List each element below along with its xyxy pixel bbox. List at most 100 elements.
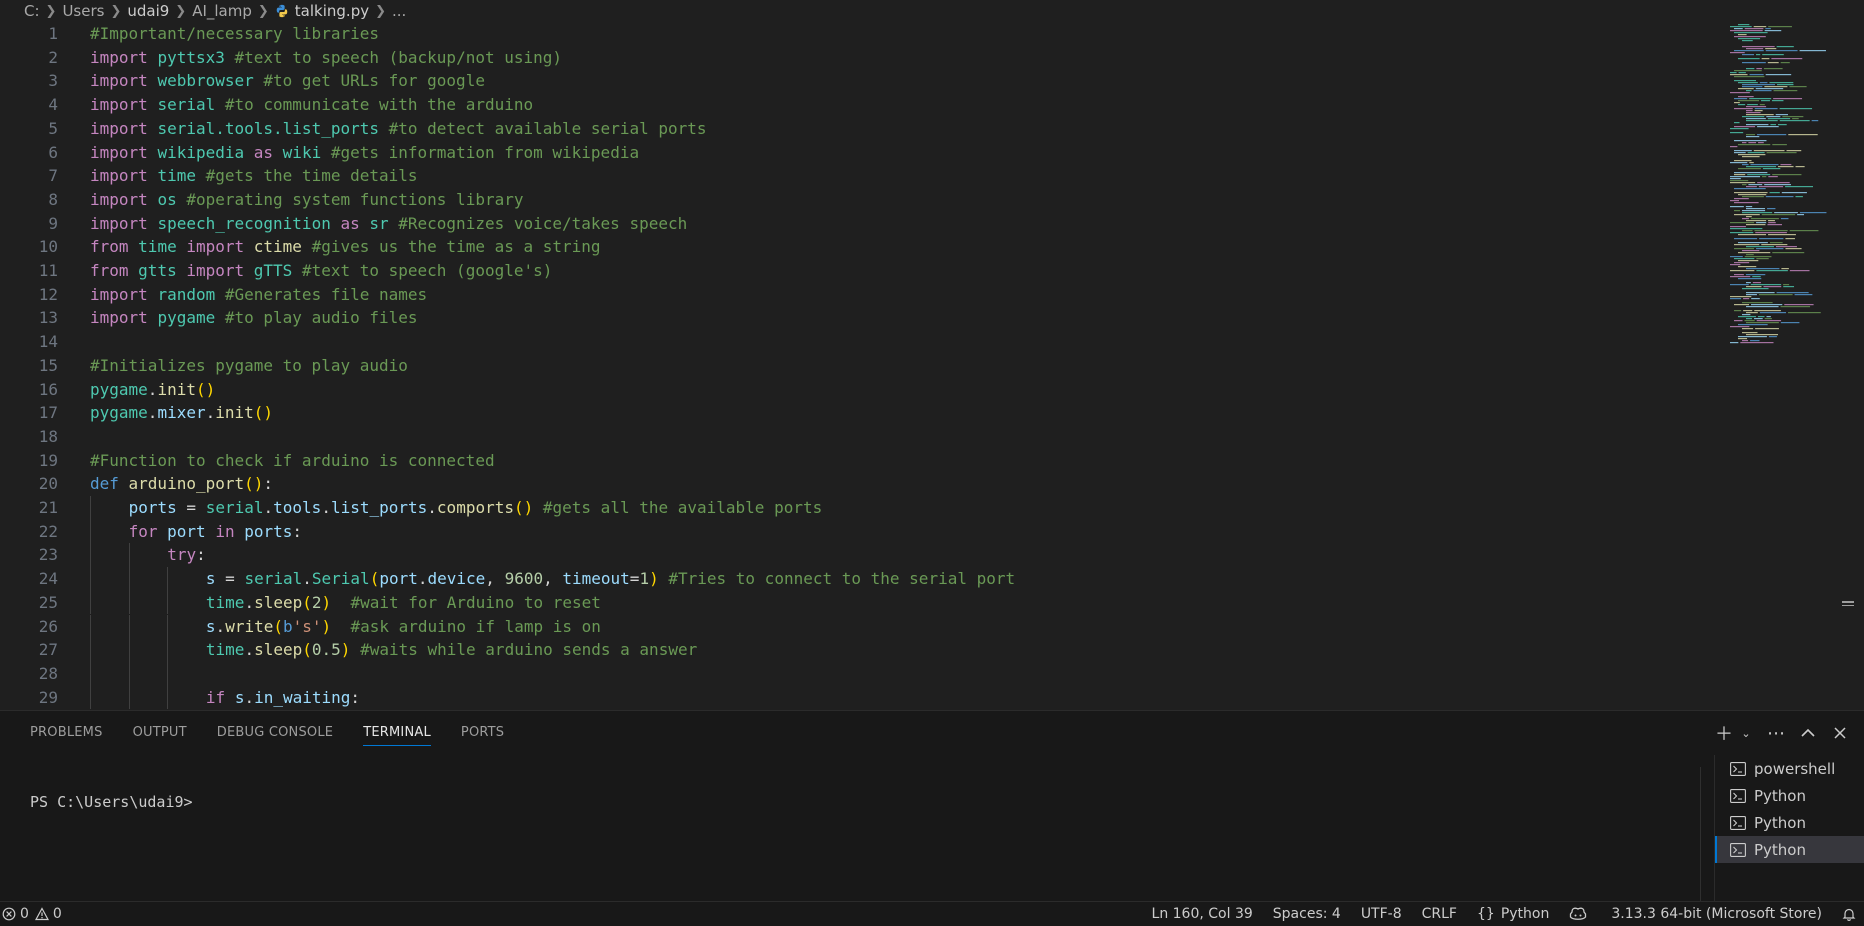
tab-problems[interactable]: PROBLEMS [30, 711, 103, 755]
minimap-line [1792, 118, 1799, 120]
terminal-item-python[interactable]: Python [1715, 836, 1864, 863]
minimap-line [1770, 124, 1777, 126]
code-line[interactable]: 9 import speech_recognition as sr #Recogn… [0, 212, 1720, 236]
breadcrumb-item-file[interactable]: talking.py [295, 2, 369, 20]
minimap-line [1742, 302, 1773, 304]
breadcrumb-item-drive[interactable]: C: [24, 2, 40, 20]
line-number: 26 [38, 616, 58, 636]
code-line[interactable]: 6 import wikipedia as wiki #gets informat… [0, 141, 1720, 165]
terminal-item-label: Python [1754, 786, 1806, 805]
code-line[interactable]: 24 s = serial.Serial(port.device, 9600, t… [0, 567, 1720, 591]
code-line[interactable]: 5 import serial.tools.list_ports #to dete… [0, 117, 1720, 141]
end-of-line[interactable]: CRLF [1422, 906, 1457, 922]
code-line[interactable]: 15 #Initializes pygame to play audio [0, 354, 1720, 378]
minimap-line [1746, 312, 1758, 314]
terminal-scrollbar[interactable] [1700, 767, 1701, 902]
copilot-status[interactable] [1569, 906, 1591, 922]
code-line[interactable]: 4 import serial #to communicate with the … [0, 93, 1720, 117]
code-line[interactable]: 25 time.sleep(2) #wait for Arduino to res… [0, 590, 1720, 615]
notifications[interactable] [1842, 907, 1856, 921]
code-line[interactable]: 3 import webbrowser #to get URLs for goog… [0, 69, 1720, 93]
code-line[interactable]: 26 s.write(b's') #ask arduino if lamp is … [0, 614, 1720, 639]
minimap-line [1775, 246, 1797, 248]
tab-terminal[interactable]: TERMINAL [363, 711, 431, 755]
code-line[interactable]: 2 import pyttsx3 #text to speech (backup/… [0, 46, 1720, 70]
terminal-item-powershell[interactable]: powershell [1715, 755, 1864, 782]
code-token: time [157, 166, 196, 186]
more-actions-icon[interactable]: ⋯ [1762, 719, 1790, 747]
tab-debug-console[interactable]: DEBUG CONSOLE [217, 711, 333, 755]
line-number: 12 [38, 284, 58, 304]
minimap-line [1743, 298, 1750, 300]
code-line[interactable]: 19 #Function to check if arduino is conne… [0, 449, 1720, 473]
code-token: () [513, 498, 534, 517]
code-line[interactable]: 13 import pygame #to play audio files [0, 306, 1720, 330]
code-line[interactable]: 23 try: [0, 543, 1720, 568]
code-line[interactable]: 27 time.sleep(0.5) #waits while arduino s… [0, 638, 1720, 662]
python-interpreter[interactable]: 3.13.3 64-bit (Microsoft Store) [1611, 906, 1822, 922]
minimap-line [1759, 82, 1768, 84]
code-line[interactable]: 1 #Important/necessary libraries [0, 22, 1720, 46]
minimap-line [1734, 126, 1756, 128]
minimap-line [1773, 98, 1803, 100]
indentation-setting[interactable]: Spaces: 4 [1273, 906, 1341, 922]
code-line[interactable]: 11 from gtts import gTTS #text to speech … [0, 259, 1720, 283]
minimap-line [1752, 282, 1761, 284]
minimap-line [1795, 196, 1803, 198]
code-token: : [196, 545, 206, 565]
maximize-panel-icon[interactable] [1794, 719, 1822, 747]
minimap-line [1730, 128, 1749, 130]
problems-status[interactable]: 0 0 [2, 906, 62, 922]
code-token: #wait for Arduino to reset [331, 592, 601, 612]
code-token: s [234, 687, 245, 707]
language-mode[interactable]: {} Python [1477, 906, 1549, 922]
code-line[interactable]: 28 [0, 661, 1720, 686]
minimap-line [1749, 74, 1764, 76]
terminal-item-python[interactable]: Python [1715, 782, 1864, 809]
code-line[interactable]: 18 [0, 425, 1720, 449]
code-token: init [157, 379, 196, 399]
code-text: #Important/necessary libraries [90, 22, 379, 46]
minimap-line [1734, 174, 1746, 176]
terminal-item-python[interactable]: Python [1715, 809, 1864, 836]
code-line[interactable]: 21 ports = serial.tools.list_ports.compor… [0, 496, 1720, 520]
minimap-line [1745, 274, 1766, 276]
minimap[interactable] [1730, 22, 1864, 362]
minimap-line [1734, 304, 1750, 306]
code-text: if s.in_waiting: [206, 686, 360, 710]
code-token: , [485, 569, 505, 589]
code-line[interactable]: 16 pygame.init() [0, 378, 1720, 402]
bell-icon [1842, 908, 1856, 921]
code-line[interactable]: 8 import os #operating system functions l… [0, 188, 1720, 212]
chevron-down-icon[interactable]: ⌄ [1738, 719, 1754, 747]
minimap-line [1773, 90, 1798, 92]
new-terminal-icon[interactable]: ＋ [1710, 719, 1738, 747]
code-line[interactable]: 20 def arduino_port(): [0, 472, 1720, 496]
close-panel-icon[interactable] [1826, 719, 1854, 747]
code-token: import [176, 237, 254, 257]
breadcrumb-item-folder[interactable]: AI_lamp [192, 2, 252, 20]
file-encoding[interactable]: UTF-8 [1361, 906, 1402, 922]
minimap-line [1757, 316, 1765, 318]
code-line[interactable]: 29 if s.in_waiting: [0, 685, 1720, 710]
code-editor[interactable]: 1 #Important/necessary libraries 2 import p… [0, 22, 1864, 710]
minimap-line [1764, 30, 1782, 32]
code-line[interactable]: 17 pygame.mixer.init() [0, 401, 1720, 425]
code-token: . [147, 403, 158, 423]
status-bar: 0 0 Ln 160, Col 39 Spaces: 4 UTF-8 CRLF … [0, 901, 1864, 926]
indent-guide [128, 685, 130, 710]
breadcrumb-item-symbols[interactable]: ... [392, 2, 406, 20]
minimap-line [1734, 262, 1750, 264]
terminal-prompt[interactable]: PS C:\Users\udai9> [30, 793, 193, 811]
code-line[interactable]: 7 import time #gets the time details [0, 164, 1720, 188]
code-line[interactable]: 14 [0, 330, 1720, 354]
breadcrumb-item-user[interactable]: udai9 [127, 2, 169, 20]
code-line[interactable]: 22 for port in ports: [0, 519, 1720, 544]
breadcrumb-item-users[interactable]: Users [62, 2, 104, 20]
code-line[interactable]: 12 import random #Generates file names [0, 283, 1720, 307]
tab-output[interactable]: OUTPUT [133, 711, 187, 755]
code-line[interactable]: 10 from time import ctime #gives us the t… [0, 235, 1720, 259]
minimap-line [1763, 68, 1783, 70]
cursor-position[interactable]: Ln 160, Col 39 [1152, 906, 1253, 922]
tab-ports[interactable]: PORTS [461, 711, 504, 755]
